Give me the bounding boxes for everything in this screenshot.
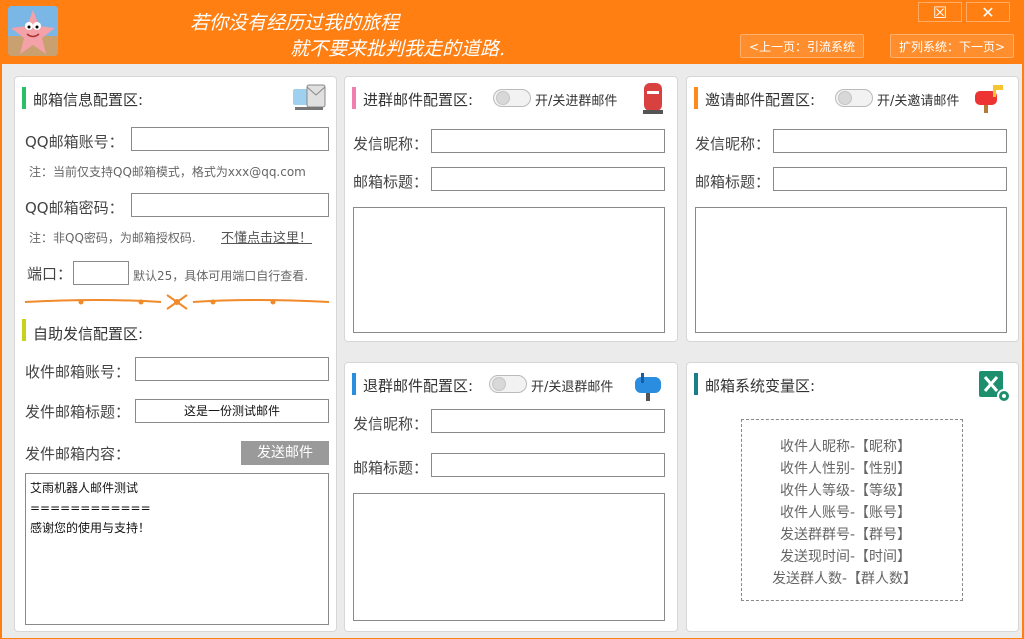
join-mail-panel: 进群邮件配置区: 开/关进群邮件 发信昵称： 邮箱标题： <box>344 76 678 342</box>
help-link[interactable]: 不懂点击这里！ <box>221 227 312 246</box>
invite-mail-toggle-label: 开/关邀请邮件 <box>877 94 960 109</box>
qq-account-note: 注：当前仅支持QQ邮箱模式，格式为xxx@qq.com <box>29 165 306 179</box>
send-content-textarea[interactable]: 艾雨机器人邮件测试 ============ 感谢您的使用与支持！ <box>25 473 329 625</box>
postbox-icon <box>643 83 663 114</box>
qq-password-input[interactable] <box>131 193 329 217</box>
patrick-star-avatar-icon <box>8 6 58 56</box>
content-line: 艾雨机器人邮件测试 <box>30 481 139 495</box>
leave-subject-label: 邮箱标题： <box>353 459 429 477</box>
variable-item: 收件人昵称-【昵称】 <box>780 439 912 455</box>
join-nickname-input[interactable] <box>431 129 665 153</box>
variable-item: 收件人等级-【等级】 <box>780 483 912 499</box>
mailbox-flag-icon <box>975 85 1003 113</box>
join-subject-input[interactable] <box>431 167 665 191</box>
content-line: ============ <box>30 501 151 515</box>
slogan-line-2: 就不要来批判我走的道路. <box>290 38 506 60</box>
port-note: 默认25，具体可用端口自行查看. <box>133 269 309 283</box>
invite-nickname-input[interactable] <box>773 129 1007 153</box>
leave-nickname-input[interactable] <box>431 409 665 433</box>
mail-info-panel: 邮箱信息配置区: QQ邮箱账号： 注：当前仅支持QQ邮箱模式，格式为xxx@qq… <box>14 76 337 632</box>
next-page-button[interactable]: 扩列系统：下一页> <box>890 34 1015 58</box>
leave-mail-toggle-label: 开/关退群邮件 <box>531 380 614 395</box>
variables-box: 收件人昵称-【昵称】 收件人性别-【性别】 收件人等级-【等级】 收件人账号-【… <box>741 419 963 601</box>
send-content-text: 艾雨机器人邮件测试 ============ 感谢您的使用与支持！ <box>30 478 151 538</box>
variable-item: 发送群群号-【群号】 <box>780 527 912 543</box>
port-input[interactable] <box>73 261 129 285</box>
invite-subject-input[interactable] <box>773 167 1007 191</box>
leave-content-textarea[interactable] <box>353 493 665 621</box>
section-marker <box>352 87 356 109</box>
variables-panel: 邮箱系统变量区: 收件人昵称-【昵称】 收件人性别-【性别】 收件人等级-【等级… <box>686 362 1019 632</box>
close-button[interactable]: ✕ <box>966 2 1010 22</box>
variable-item: 发送现时间-【时间】 <box>780 549 912 565</box>
recipient-label: 收件邮箱账号： <box>25 363 131 381</box>
send-subject-input[interactable]: 这是一份测试邮件 <box>135 399 329 423</box>
send-mail-button[interactable]: 发送邮件 <box>241 441 329 465</box>
slogan-line-1: 若你没有经历过我的旅程 <box>190 12 400 34</box>
recipient-input[interactable] <box>135 357 329 381</box>
ornament-divider-icon <box>24 294 330 310</box>
leave-mail-toggle[interactable] <box>489 375 527 393</box>
qq-account-label: QQ邮箱账号： <box>25 133 124 151</box>
section-marker <box>694 373 698 395</box>
leave-nickname-label: 发信昵称： <box>353 415 429 433</box>
variable-item: 收件人性别-【性别】 <box>780 461 912 477</box>
invite-content-textarea[interactable] <box>695 207 1007 333</box>
section-marker <box>22 87 26 109</box>
leave-mail-title: 退群邮件配置区: <box>363 377 474 395</box>
qq-password-label: QQ邮箱密码： <box>25 199 124 217</box>
section-marker <box>352 373 356 395</box>
join-content-textarea[interactable] <box>353 207 665 333</box>
title-bar: 若你没有经历过我的旅程 就不要来批判我走的道路. ☒ ✕ <上一页：引流系统 扩… <box>0 0 1024 64</box>
join-nickname-label: 发信昵称： <box>353 135 429 153</box>
join-mail-title: 进群邮件配置区: <box>363 91 474 109</box>
variables-title: 邮箱系统变量区: <box>705 377 816 395</box>
mail-info-title: 邮箱信息配置区: <box>33 91 144 109</box>
blue-mailbox-icon <box>635 373 661 401</box>
avatar[interactable] <box>8 6 58 56</box>
invite-mail-title: 邀请邮件配置区: <box>705 91 816 109</box>
invite-subject-label: 邮箱标题： <box>695 173 771 191</box>
prev-page-button[interactable]: <上一页：引流系统 <box>740 34 865 58</box>
leave-mail-panel: 退群邮件配置区: 开/关退群邮件 发信昵称： 邮箱标题： <box>344 362 678 632</box>
qq-account-input[interactable] <box>131 127 329 151</box>
variable-item: 收件人账号-【账号】 <box>780 505 912 521</box>
content-line: 感谢您的使用与支持！ <box>30 521 151 535</box>
invite-nickname-label: 发信昵称： <box>695 135 771 153</box>
invite-mail-toggle[interactable] <box>835 89 873 107</box>
qq-password-note: 注：非QQ密码，为邮箱授权码. <box>29 231 196 245</box>
join-mail-toggle-label: 开/关进群邮件 <box>535 94 618 109</box>
invite-mail-panel: 邀请邮件配置区: 开/关邀请邮件 发信昵称： 邮箱标题： <box>686 76 1019 342</box>
section-marker <box>694 87 698 109</box>
leave-subject-input[interactable] <box>431 453 665 477</box>
send-subject-label: 发件邮箱标题： <box>25 403 131 421</box>
minimize-button[interactable]: ☒ <box>918 2 962 22</box>
mailbox-icon <box>293 84 326 110</box>
excel-settings-icon <box>979 371 1011 403</box>
port-label: 端口： <box>27 265 73 283</box>
main-content: 邮箱信息配置区: QQ邮箱账号： 注：当前仅支持QQ邮箱模式，格式为xxx@qq… <box>2 64 1022 638</box>
send-content-label: 发件邮箱内容： <box>25 445 131 463</box>
join-subject-label: 邮箱标题： <box>353 173 429 191</box>
self-send-title: 自助发信配置区: <box>33 325 144 343</box>
variable-item: 发送群人数-【群人数】 <box>772 571 918 587</box>
section-marker <box>22 319 26 341</box>
join-mail-toggle[interactable] <box>493 89 531 107</box>
